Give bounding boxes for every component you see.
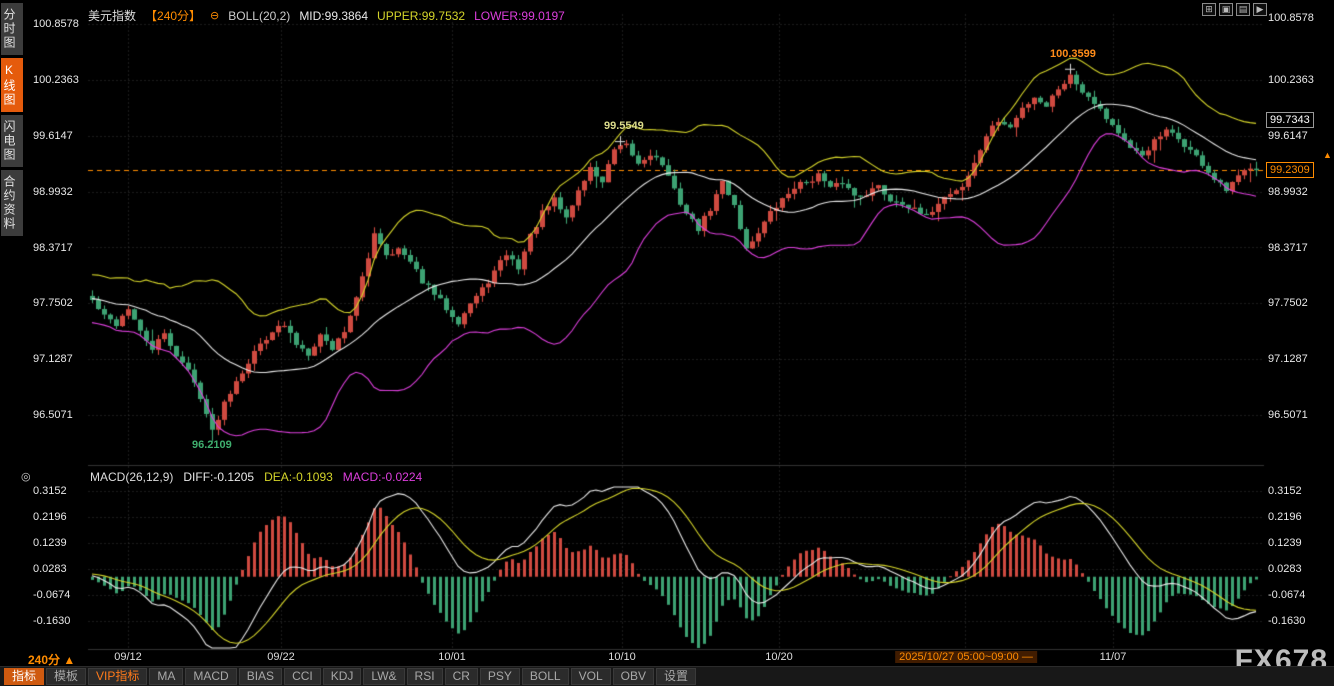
macd-tick: 0.2196 bbox=[1268, 511, 1302, 523]
price-tick: 97.1287 bbox=[1268, 353, 1308, 365]
annotation-swing-low: 96.2109 bbox=[192, 439, 232, 451]
sidebar-item-kline-chart[interactable]: K线图 bbox=[1, 58, 23, 112]
toolbar-tab-settings[interactable]: 设置 bbox=[656, 668, 696, 685]
toolbar-tab-ma[interactable]: MA bbox=[149, 668, 183, 685]
macd-tick: -0.1630 bbox=[33, 615, 70, 627]
price-tick: 96.5071 bbox=[33, 409, 73, 421]
price-tick: 98.9932 bbox=[33, 186, 73, 198]
x-tick-date: 09/12 bbox=[114, 651, 142, 663]
macd-tick: 0.2196 bbox=[33, 511, 67, 523]
macd-tick: 0.0283 bbox=[33, 563, 67, 575]
sidebar-item-time-chart[interactable]: 分时图 bbox=[1, 3, 23, 55]
annotation-swing-high-1: 99.5549 bbox=[604, 120, 644, 132]
x-tick-date: 11/07 bbox=[1100, 651, 1127, 663]
period-label: 【240分】 bbox=[145, 7, 201, 24]
macd-macd-value: MACD:-0.0224 bbox=[343, 470, 422, 484]
toolbar-tab-template[interactable]: 模板 bbox=[46, 668, 86, 685]
layout-split-icon[interactable]: ▣ bbox=[1219, 3, 1233, 16]
window-layout-icons: ⊞ ▣ ▤ ▶ bbox=[1202, 3, 1267, 16]
price-tick: 100.8578 bbox=[33, 18, 79, 30]
toolbar-tab-macd[interactable]: MACD bbox=[185, 668, 236, 685]
indicator-toolbar: 指标 模板 VIP指标 MA MACD BIAS CCI KDJ LW& RSI… bbox=[0, 666, 1334, 686]
upper-band-tag: 99.7343 bbox=[1266, 112, 1314, 128]
x-tick-selected-datetime: 2025/10/27 05:00~09:00 — bbox=[895, 651, 1037, 663]
layout-grid-icon[interactable]: ▤ bbox=[1236, 3, 1250, 16]
layout-add-icon[interactable]: ⊞ bbox=[1202, 3, 1216, 16]
toolbar-tab-obv[interactable]: OBV bbox=[613, 668, 654, 685]
x-tick-date: 10/01 bbox=[438, 651, 466, 663]
macd-tick: -0.1630 bbox=[1268, 615, 1305, 627]
macd-settings-icon[interactable]: ◎ bbox=[21, 470, 31, 483]
symbol-name: 美元指数 bbox=[88, 7, 136, 24]
sidebar-item-flash-chart[interactable]: 闪电图 bbox=[1, 115, 23, 167]
boll-lower-value: LOWER:99.0197 bbox=[474, 9, 565, 23]
x-tick-date: 10/20 bbox=[765, 651, 793, 663]
toolbar-tab-indicator[interactable]: 指标 bbox=[4, 668, 44, 685]
chart-type-sidebar: 分时图 K线图 闪电图 合约资料 bbox=[0, 3, 24, 236]
boll-mid-value: MID:99.3864 bbox=[299, 9, 368, 23]
price-tick: 96.5071 bbox=[1268, 409, 1308, 421]
price-up-arrow-icon: ▲ bbox=[1323, 150, 1332, 160]
macd-tick: 0.0283 bbox=[1268, 563, 1302, 575]
toolbar-tab-cr[interactable]: CR bbox=[445, 668, 478, 685]
period-selector-label: 240分 bbox=[28, 653, 60, 667]
macd-tick: 0.3152 bbox=[1268, 485, 1302, 497]
boll-upper-value: UPPER:99.7532 bbox=[377, 9, 465, 23]
macd-tick: -0.0674 bbox=[33, 589, 70, 601]
toolbar-tab-vol[interactable]: VOL bbox=[571, 668, 611, 685]
macd-tick: -0.0674 bbox=[1268, 589, 1305, 601]
toolbar-tab-bias[interactable]: BIAS bbox=[239, 668, 282, 685]
toolbar-tab-rsi[interactable]: RSI bbox=[407, 668, 443, 685]
macd-title: MACD(26,12,9) bbox=[90, 470, 173, 484]
annotation-swing-high-2: 100.3599 bbox=[1050, 48, 1096, 60]
macd-tick: 0.1239 bbox=[33, 537, 67, 549]
period-up-arrow-icon: ▲ bbox=[63, 653, 75, 667]
toolbar-tab-cci[interactable]: CCI bbox=[284, 668, 321, 685]
toolbar-tab-kdj[interactable]: KDJ bbox=[323, 668, 362, 685]
price-tick: 97.7502 bbox=[33, 297, 73, 309]
price-tick: 98.3717 bbox=[1268, 242, 1308, 254]
x-tick-date: 09/22 bbox=[267, 651, 295, 663]
price-tick: 99.6147 bbox=[33, 130, 73, 142]
toolbar-tab-vip-indicator[interactable]: VIP指标 bbox=[88, 668, 147, 685]
macd-tick: 0.3152 bbox=[33, 485, 67, 497]
boll-label: BOLL(20,2) bbox=[228, 9, 290, 23]
toolbar-tab-lwr[interactable]: LW& bbox=[363, 668, 404, 685]
layout-next-icon[interactable]: ▶ bbox=[1253, 3, 1267, 16]
chart-application: 美元指数【240分】 ⊖ BOLL(20,2) MID:99.3864 UPPER… bbox=[0, 0, 1334, 686]
macd-header: MACD(26,12,9) DIFF:-0.1205 DEA:-0.1093 M… bbox=[90, 470, 422, 484]
x-tick-date: 10/10 bbox=[608, 651, 636, 663]
price-tick: 99.6147 bbox=[1268, 130, 1308, 142]
collapse-indicator-icon[interactable]: ⊖ bbox=[210, 9, 219, 22]
macd-tick: 0.1239 bbox=[1268, 537, 1302, 549]
macd-diff-value: DIFF:-0.1205 bbox=[183, 470, 254, 484]
price-tick: 97.1287 bbox=[33, 353, 73, 365]
toolbar-tab-boll[interactable]: BOLL bbox=[522, 668, 569, 685]
price-tick: 98.9932 bbox=[1268, 186, 1308, 198]
price-chart-canvas[interactable] bbox=[0, 0, 1334, 686]
toolbar-tab-psy[interactable]: PSY bbox=[480, 668, 520, 685]
price-tick: 97.7502 bbox=[1268, 297, 1308, 309]
sidebar-item-contract-info[interactable]: 合约资料 bbox=[1, 170, 23, 236]
price-tick: 100.8578 bbox=[1268, 12, 1314, 24]
chart-header: 美元指数【240分】 ⊖ BOLL(20,2) MID:99.3864 UPPER… bbox=[88, 7, 565, 24]
last-price-tag: 99.2309 bbox=[1266, 162, 1314, 178]
price-tick: 98.3717 bbox=[33, 242, 73, 254]
price-tick: 100.2363 bbox=[33, 74, 79, 86]
macd-dea-value: DEA:-0.1093 bbox=[264, 470, 333, 484]
price-tick: 100.2363 bbox=[1268, 74, 1314, 86]
